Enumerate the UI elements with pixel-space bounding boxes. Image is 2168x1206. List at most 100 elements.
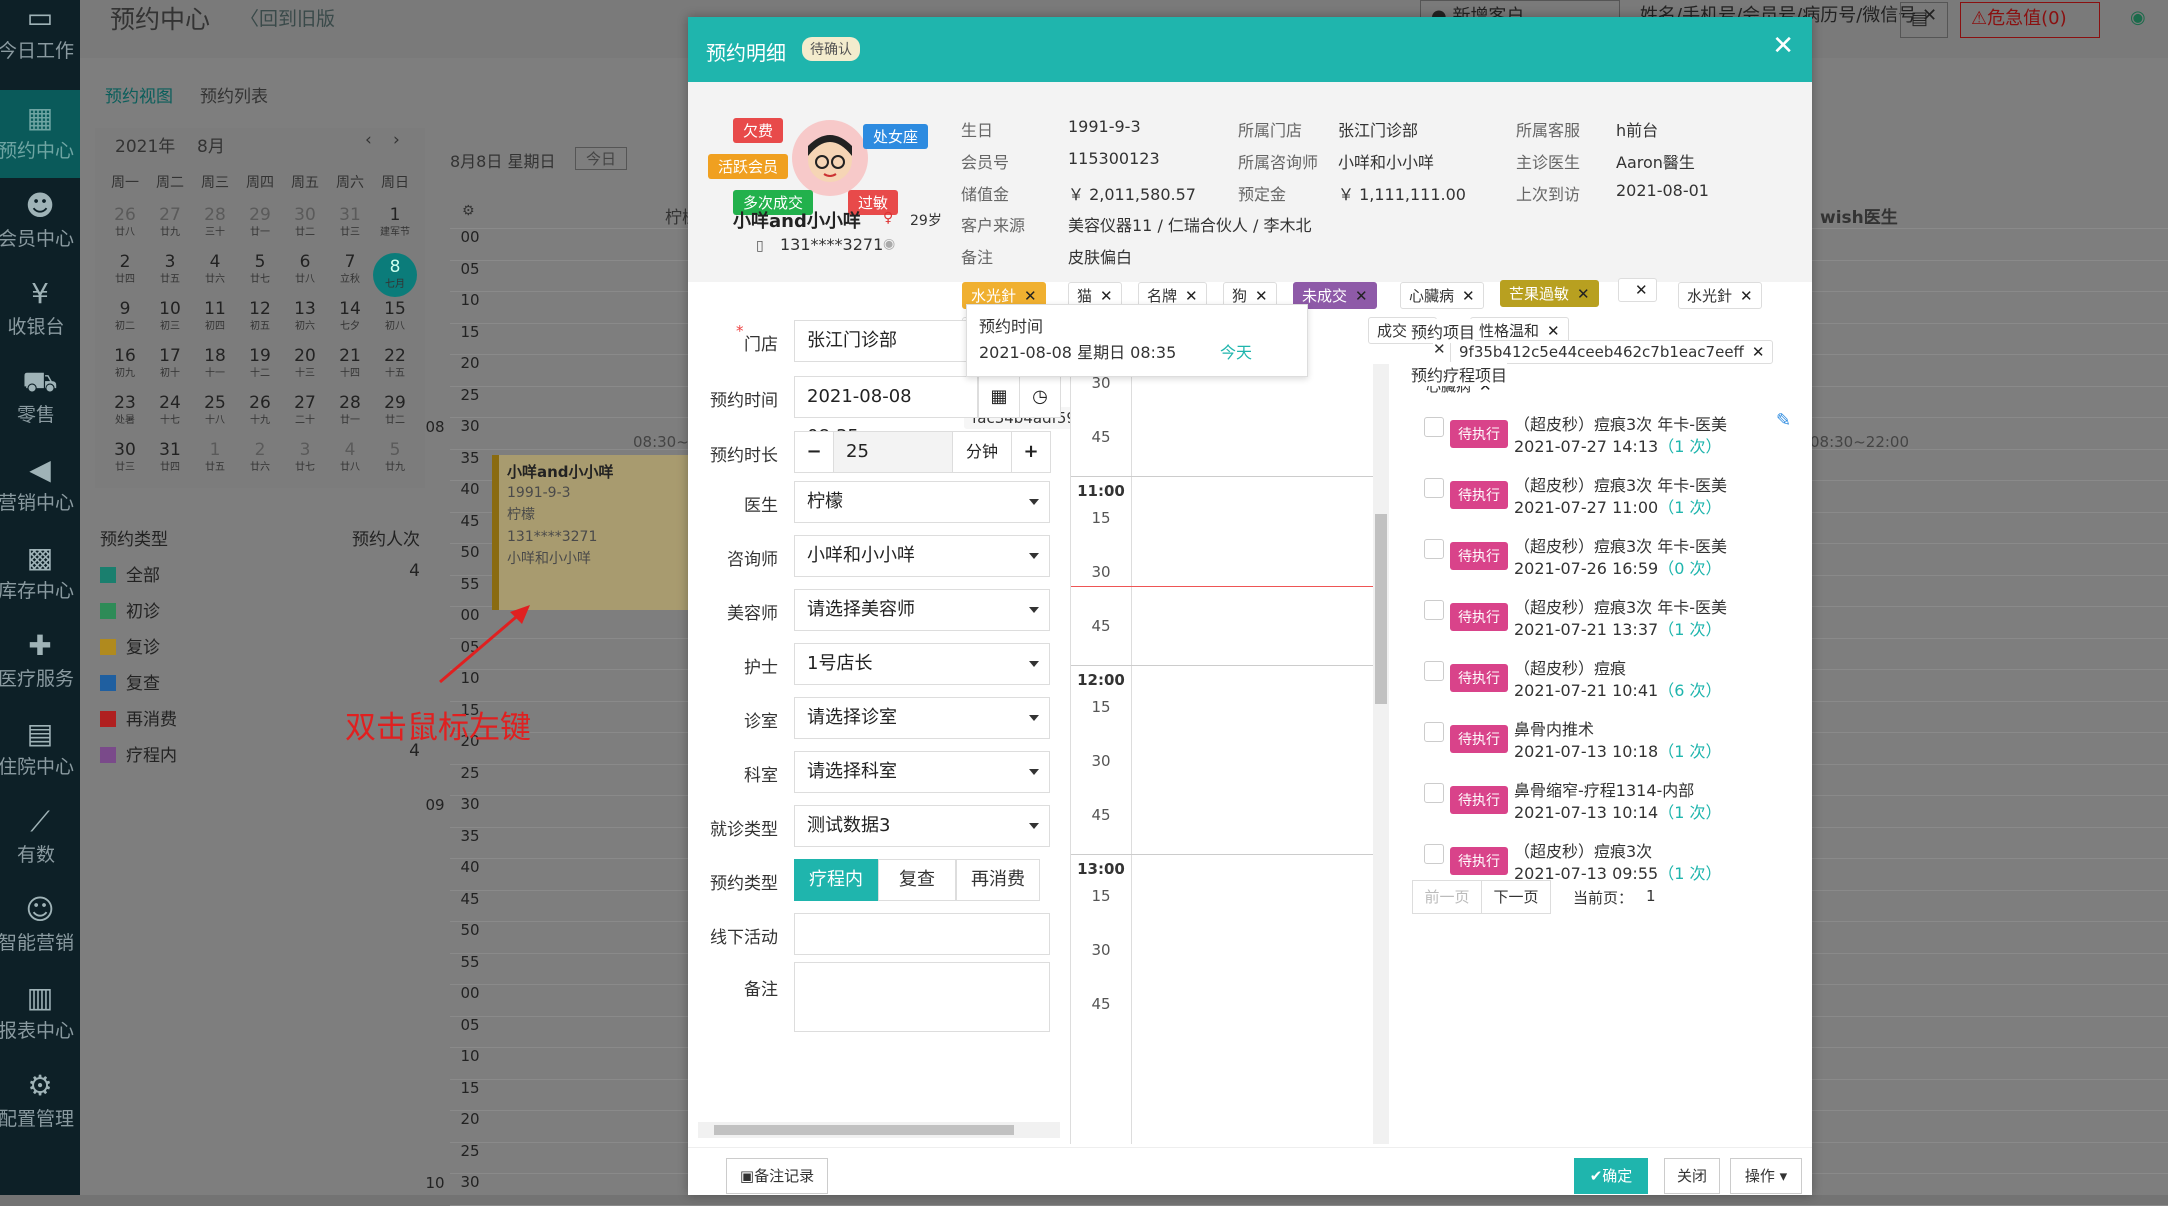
close-button[interactable]: 关闭: [1664, 1158, 1720, 1194]
remark-log-button[interactable]: ▣备注记录: [726, 1158, 828, 1194]
checkbox[interactable]: [100, 567, 116, 583]
sidebar-item[interactable]: ⟋ 有数: [0, 794, 80, 882]
tab-list-view[interactable]: 预约列表: [200, 82, 268, 107]
dept-select[interactable]: 请选择科室: [794, 751, 1050, 793]
calendar-day[interactable]: 7 立秋: [328, 253, 372, 289]
next-page-button[interactable]: 下一页: [1481, 880, 1551, 914]
calendar-day[interactable]: 16 初九: [103, 347, 147, 383]
minus-button[interactable]: −: [794, 431, 834, 473]
calendar-day[interactable]: 13 初六: [283, 300, 327, 336]
sidebar-item[interactable]: ✚ 医疗服务: [0, 618, 80, 706]
calendar-day[interactable]: 23 处暑: [103, 394, 147, 430]
calendar-day[interactable]: 22 十五: [373, 347, 417, 383]
sidebar-item[interactable]: ▩ 库存中心: [0, 530, 80, 618]
calendar-day[interactable]: 2 廿四: [103, 253, 147, 289]
nurse-select[interactable]: 1号店长: [794, 643, 1050, 685]
checkbox[interactable]: [100, 603, 116, 619]
calendar-day[interactable]: 27 二十: [283, 394, 327, 430]
calendar-day[interactable]: 8 七月: [373, 253, 417, 297]
calendar-day[interactable]: 31 廿四: [148, 441, 192, 477]
checkbox[interactable]: [1424, 722, 1444, 742]
consultant-select[interactable]: 小咩和小小咩: [794, 535, 1050, 577]
checkbox[interactable]: [1424, 844, 1444, 864]
mini-schedule[interactable]: 30 45 11:00 15 30 45 12:00 15 30 45 13:00 15 30 45: [1070, 364, 1389, 1144]
room-select[interactable]: 请选择诊室: [794, 697, 1050, 739]
offline-input[interactable]: [794, 913, 1050, 955]
calendar-day[interactable]: 3 廿七: [283, 441, 327, 477]
calendar-day[interactable]: 1 建军节: [373, 206, 417, 242]
calendar-day[interactable]: 20 十三: [283, 347, 327, 383]
calendar-day[interactable]: 28 廿一: [328, 394, 372, 430]
appointment-card[interactable]: 小咩and小小咩 1991-9-3 柠檬 131****3271 小咩和小小咩: [492, 455, 688, 610]
appt-type-1[interactable]: 复查: [878, 859, 956, 901]
calendar-day[interactable]: 14 七夕: [328, 300, 372, 336]
wechat-icon[interactable]: ◉: [2120, 2, 2160, 38]
time-input[interactable]: 2021-08-08 08:35: [794, 376, 978, 447]
remove-tag-icon[interactable]: ✕: [1185, 287, 1198, 305]
calendar-day[interactable]: 17 初十: [148, 347, 192, 383]
calendar-day[interactable]: 30 廿三: [103, 441, 147, 477]
calendar-day[interactable]: 9 初二: [103, 300, 147, 336]
appt-type-2[interactable]: 再消费: [956, 859, 1040, 901]
legend-item[interactable]: 复诊: [100, 633, 420, 658]
sidebar-item[interactable]: ◀ 营销中心: [0, 442, 80, 530]
legend-item[interactable]: 复查: [100, 669, 420, 694]
calendar-day[interactable]: 19 十二: [238, 347, 282, 383]
calendar-day[interactable]: 11 初四: [193, 300, 237, 336]
calendar-day[interactable]: 26 十九: [238, 394, 282, 430]
checkbox[interactable]: [100, 747, 116, 763]
calendar-day[interactable]: 25 十八: [193, 394, 237, 430]
calendar-year[interactable]: 2021年: [115, 132, 175, 157]
calendar-day[interactable]: 6 廿八: [283, 253, 327, 289]
sidebar-item[interactable]: ⛟ 零售: [0, 354, 80, 442]
calendar-day[interactable]: 21 十四: [328, 347, 372, 383]
remark-textarea[interactable]: [794, 962, 1050, 1032]
remove-tag-icon[interactable]: ✕: [1635, 281, 1648, 299]
back-to-old-link[interactable]: 〈回到旧版: [240, 4, 335, 31]
legend-item[interactable]: 初诊: [100, 597, 420, 622]
calendar-day[interactable]: 4 廿六: [193, 253, 237, 289]
remove-tag-icon[interactable]: ✕: [1577, 285, 1590, 303]
edit-icon[interactable]: ✎: [1776, 410, 1791, 431]
clock-icon[interactable]: ◷: [1019, 376, 1061, 418]
hscroll-thumb[interactable]: [714, 1125, 1014, 1135]
calendar-day[interactable]: 10 初三: [148, 300, 192, 336]
hash-tag[interactable]: 9f35b412c5e44ceeb462c7b1eac7eeff ✕: [1450, 340, 1774, 364]
custom-tag[interactable]: 水光針 ✕: [1678, 282, 1762, 309]
checkbox[interactable]: [1424, 417, 1444, 437]
remove-tag-icon[interactable]: ✕: [1740, 287, 1753, 305]
checkbox[interactable]: [1424, 539, 1444, 559]
checkbox[interactable]: [100, 639, 116, 655]
prev-month-icon[interactable]: ‹: [365, 130, 372, 150]
calendar-icon[interactable]: ▦: [978, 376, 1020, 418]
checkbox[interactable]: [100, 675, 116, 691]
plus-button[interactable]: +: [1011, 431, 1051, 473]
calendar-day[interactable]: 3 廿五: [148, 253, 192, 289]
custom-tag[interactable]: 心臟病 ✕: [1400, 282, 1484, 309]
remove-tag-icon[interactable]: ✕: [1355, 287, 1368, 305]
calendar-day[interactable]: 24 十七: [148, 394, 192, 430]
confirm-button[interactable]: ✔确定: [1574, 1158, 1648, 1194]
scrollbar-thumb[interactable]: [1375, 514, 1387, 704]
checkbox[interactable]: [100, 711, 116, 727]
danger-value-button[interactable]: ⚠危急值(0): [1960, 2, 2100, 38]
sidebar-item[interactable]: ☺ 智能营销: [0, 882, 80, 970]
calendar-day[interactable]: 15 初八: [373, 300, 417, 336]
calendar-day[interactable]: 2 廿六: [238, 441, 282, 477]
horizontal-scrollbar[interactable]: [698, 1122, 1060, 1138]
checkbox[interactable]: [1424, 478, 1444, 498]
remove-tag-icon[interactable]: ✕: [1024, 287, 1037, 305]
gear-icon[interactable]: ⚙: [462, 203, 475, 219]
custom-tag[interactable]: ✕: [1618, 278, 1657, 302]
eye-icon[interactable]: ◉: [883, 236, 895, 252]
calendar-day[interactable]: 30 廿二: [283, 206, 327, 242]
calendar-day[interactable]: 31 廿三: [328, 206, 372, 242]
id-card-icon[interactable]: ▤: [1900, 2, 1948, 38]
calendar-day[interactable]: 27 廿九: [148, 206, 192, 242]
sidebar-item[interactable]: ¥ 收银台: [0, 266, 80, 354]
sidebar-item[interactable]: ▥ 报表中心: [0, 970, 80, 1058]
remove-tag-icon[interactable]: ✕: [1547, 322, 1560, 340]
checkbox[interactable]: [1424, 600, 1444, 620]
sidebar-item[interactable]: ⚙ 配置管理: [0, 1058, 80, 1146]
calendar-day[interactable]: 5 廿七: [238, 253, 282, 289]
